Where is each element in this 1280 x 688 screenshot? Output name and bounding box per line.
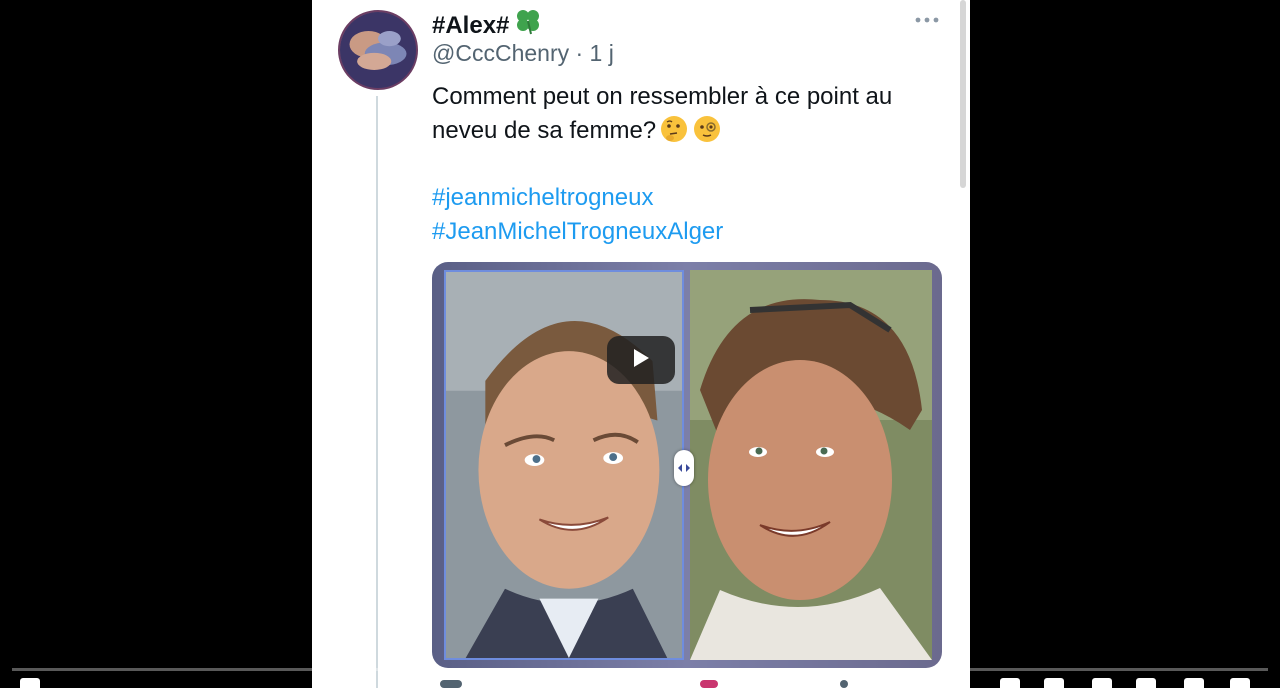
- more-dots-icon[interactable]: [912, 10, 942, 30]
- hashtag-link-2[interactable]: #JeanMichelTrogneuxAlger: [432, 215, 723, 249]
- tweet-media[interactable]: [432, 262, 942, 668]
- hashtag-link-1[interactable]: #jeanmicheltrogneux: [432, 181, 723, 215]
- photo-left: [444, 270, 684, 660]
- handle-row: @CccChenry · 1 j: [432, 40, 614, 67]
- reply-icon: [440, 680, 462, 688]
- display-name-text: #Alex#: [432, 12, 510, 39]
- play-control-icon[interactable]: [20, 678, 40, 688]
- four-leaf-clover-icon: [513, 6, 543, 43]
- thread-line: [376, 96, 378, 688]
- user-handle[interactable]: @CccChenry: [432, 40, 569, 66]
- video-player[interactable]: #Alex# @CccChenry · 1 j Comment peut on …: [0, 0, 1280, 688]
- player-controls: [0, 676, 1280, 688]
- miniplayer-icon[interactable]: [1136, 678, 1156, 688]
- theater-icon[interactable]: [1184, 678, 1204, 688]
- tweet-text: Comment peut on ressembler à ce point au…: [432, 80, 952, 148]
- like-icon: [700, 680, 718, 688]
- progress-bar[interactable]: [12, 668, 1268, 671]
- share-tweet-icon: [840, 680, 848, 688]
- share-icon[interactable]: [1092, 678, 1112, 688]
- hashtags: #jeanmicheltrogneux #JeanMichelTrogneuxA…: [432, 181, 723, 249]
- settings-icon[interactable]: [1000, 678, 1020, 688]
- play-button[interactable]: [607, 336, 675, 384]
- compare-arrows-icon[interactable]: [674, 450, 694, 486]
- captions-icon[interactable]: [1044, 678, 1064, 688]
- fullscreen-icon[interactable]: [1230, 678, 1250, 688]
- face-with-monocle-icon: [692, 114, 722, 144]
- photo-right: [690, 270, 932, 660]
- thinking-face-icon: [659, 114, 689, 144]
- scrollbar[interactable]: [960, 0, 966, 188]
- avatar[interactable]: [338, 10, 418, 90]
- tweet-time[interactable]: · 1 j: [576, 40, 614, 66]
- play-icon: [630, 347, 652, 374]
- display-name[interactable]: #Alex#: [432, 6, 543, 43]
